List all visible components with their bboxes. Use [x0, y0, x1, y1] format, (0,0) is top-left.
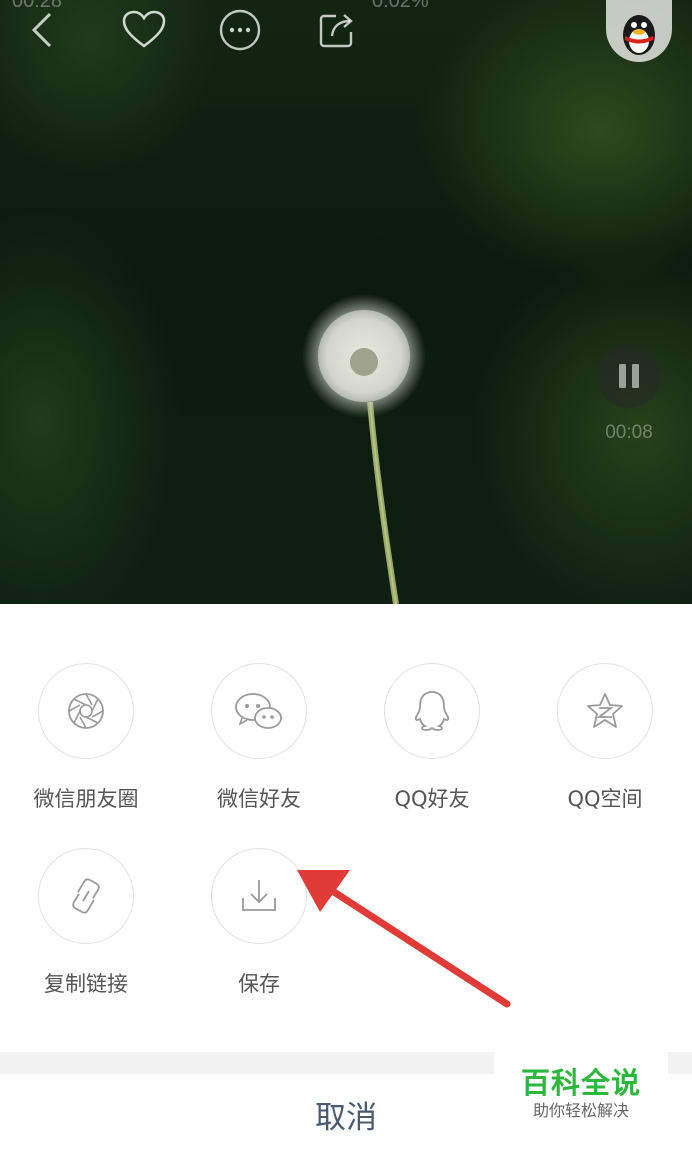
back-button[interactable] [22, 8, 62, 52]
pause-icon [616, 364, 642, 388]
wechat-icon [235, 693, 282, 729]
share-wechat-label: 微信好友 [217, 787, 301, 811]
qq-icon [414, 691, 450, 731]
copy-link-label: 复制链接 [44, 972, 128, 996]
back-icon [31, 12, 52, 48]
heart-icon [122, 10, 166, 48]
share-qzone-label: QQ空间 [567, 787, 643, 811]
status-time: 00:28 [12, 0, 63, 12]
like-button[interactable] [118, 8, 170, 52]
more-button[interactable] [216, 6, 264, 54]
share-qq-label: QQ好友 [394, 787, 470, 811]
more-icon [219, 9, 261, 51]
download-icon [242, 880, 276, 911]
save-button[interactable]: 保存 [184, 848, 334, 998]
dandelion-image [302, 294, 426, 604]
link-icon [72, 878, 100, 914]
share-wechat-button[interactable]: 微信好友 [184, 663, 334, 813]
save-label: 保存 [238, 972, 280, 996]
status-network-rate: 0.02% [372, 0, 429, 12]
share-qzone-button[interactable]: QQ空间 [530, 663, 680, 813]
share-button[interactable] [314, 8, 358, 52]
share-moments-label: 微信朋友圈 [33, 787, 139, 811]
qq-avatar-icon [623, 15, 655, 55]
watermark-subtitle: 助你轻松解决 [532, 1101, 629, 1120]
qzone-icon [587, 693, 623, 728]
playback-time: 00:08 [605, 422, 653, 443]
watermark-title: 百科全说 [520, 1066, 641, 1100]
share-moments-button[interactable]: 微信朋友圈 [11, 663, 161, 813]
share-icon [319, 14, 353, 48]
pause-button[interactable] [597, 344, 661, 408]
share-qq-button[interactable]: QQ好友 [357, 663, 507, 813]
copy-link-button[interactable]: 复制链接 [11, 848, 161, 998]
video-player[interactable]: 00:28 0.02% 00:08 [0, 0, 692, 604]
moments-icon [68, 693, 104, 729]
watermark-logo: 百科全说 助你轻松解决 [494, 1052, 668, 1136]
